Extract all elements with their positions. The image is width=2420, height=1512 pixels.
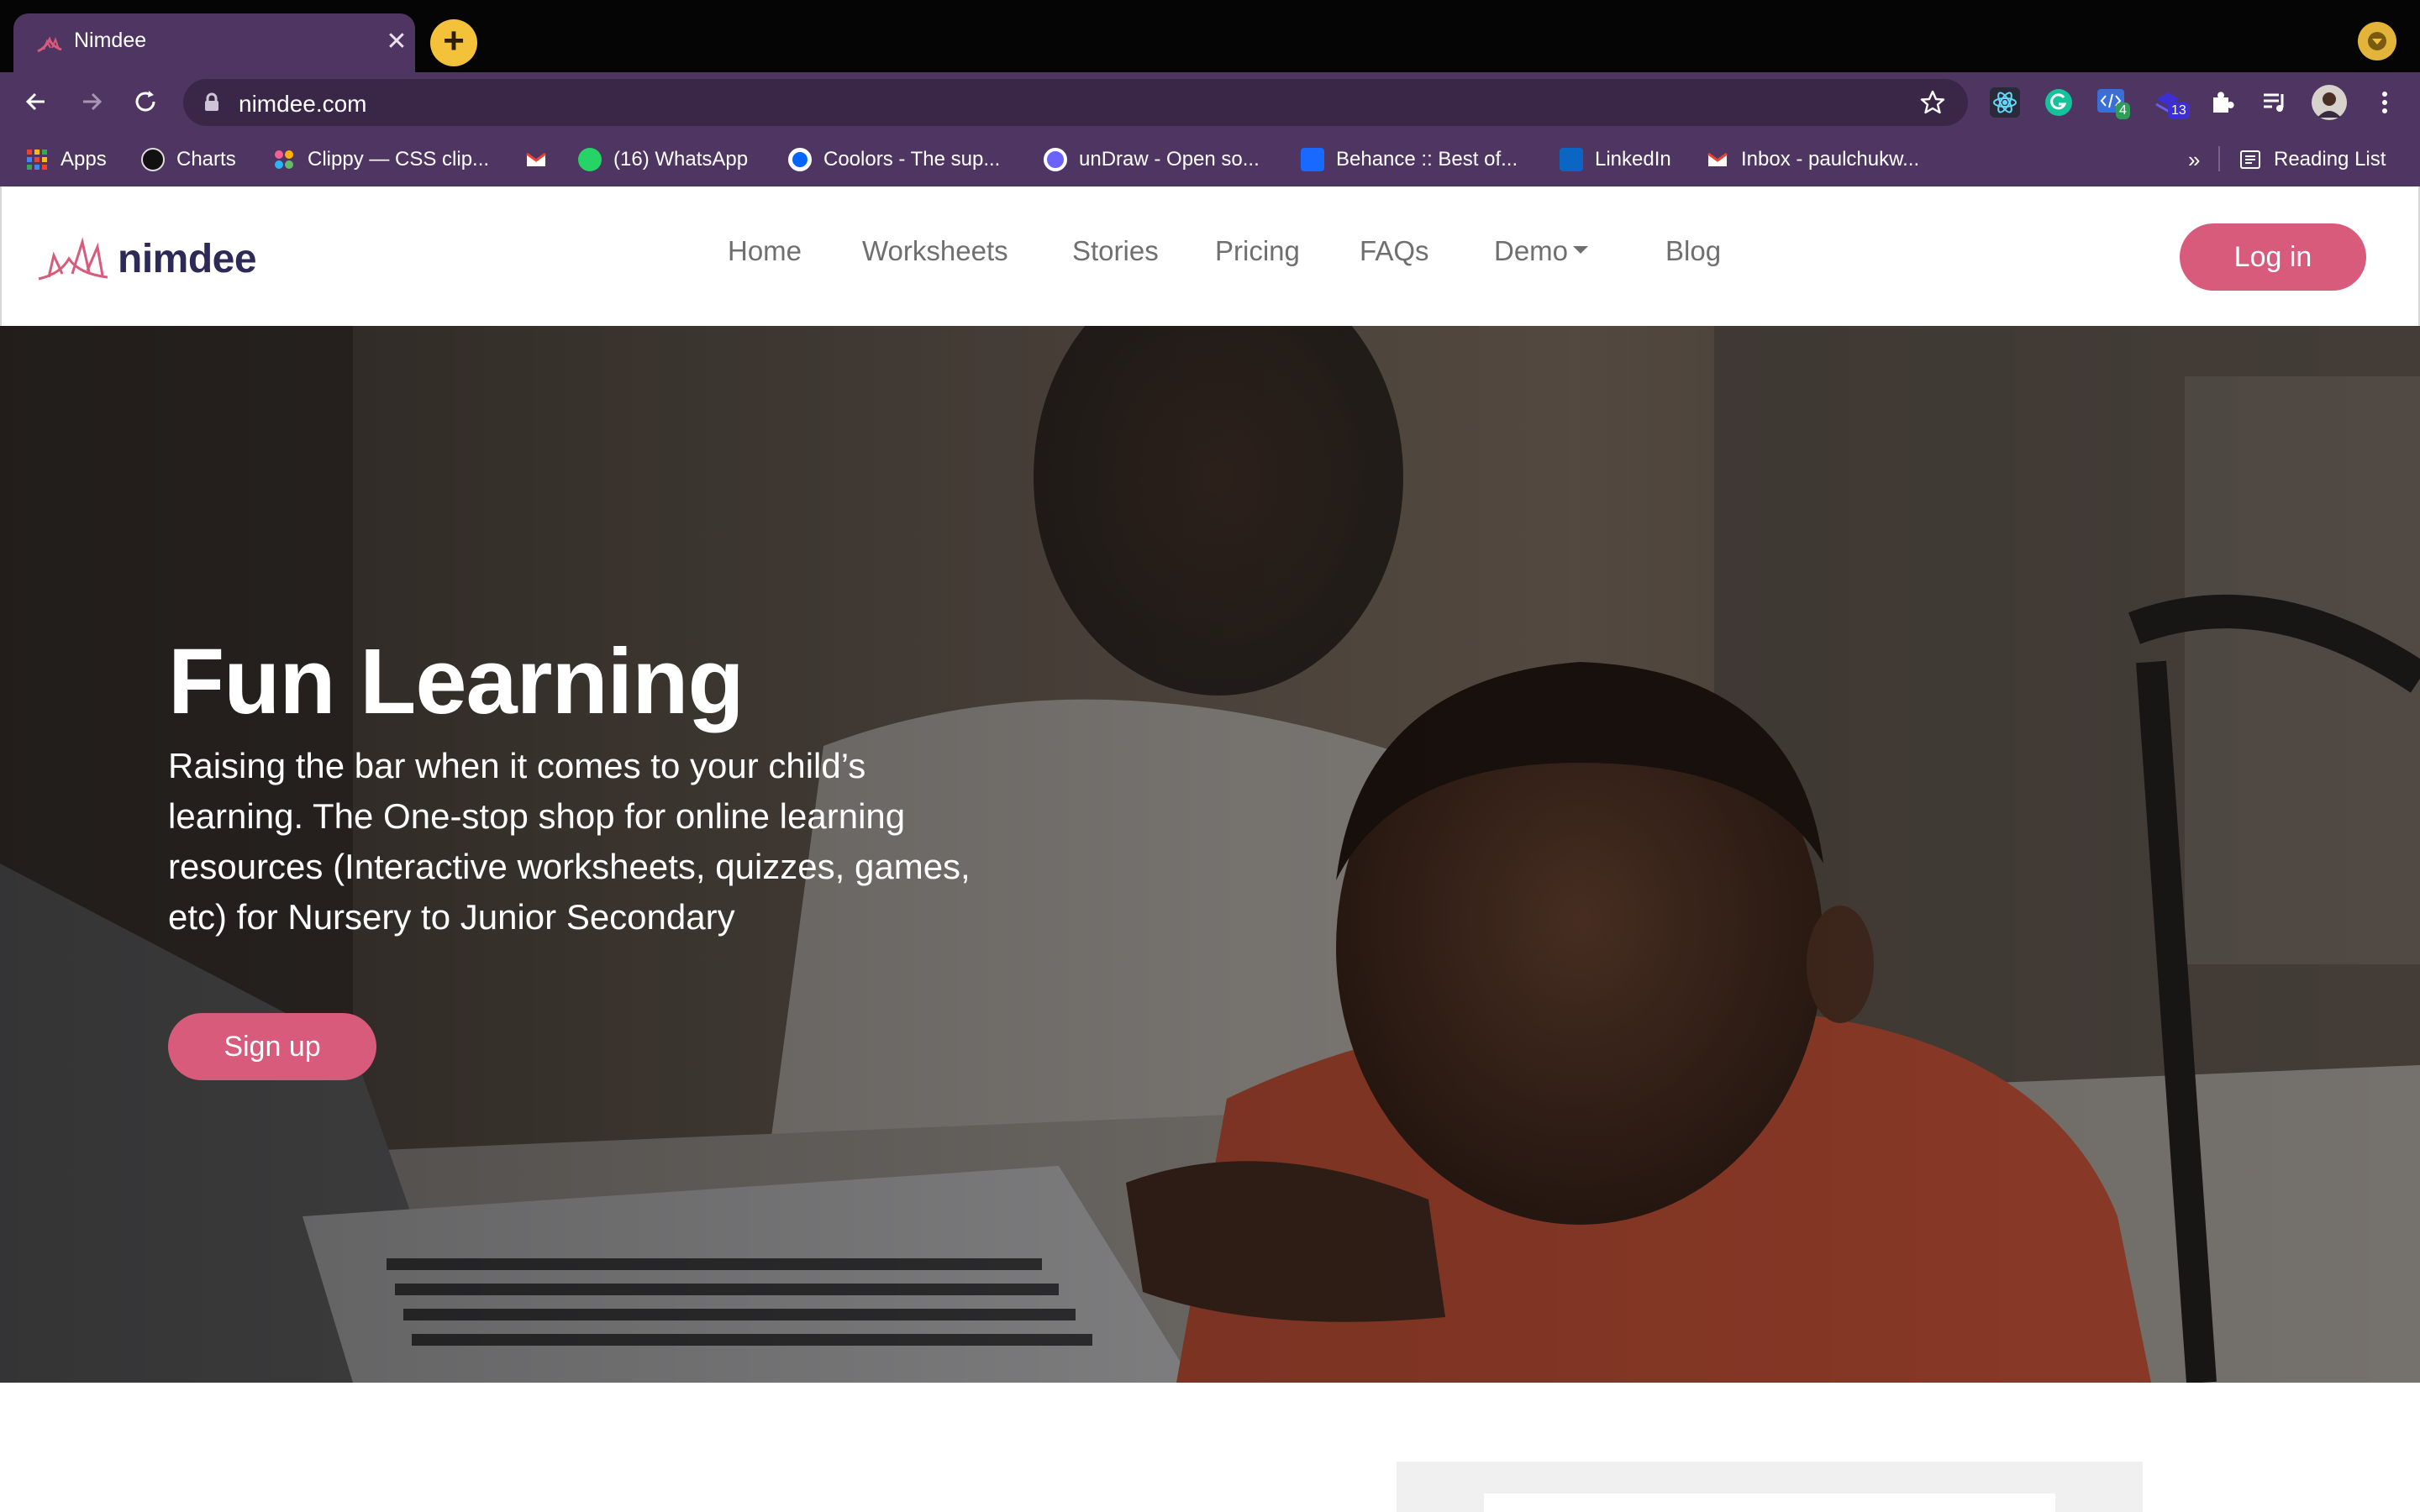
bookmark-inbox[interactable]: Inbox - paulchukw... <box>1706 146 1919 173</box>
coolors-favicon <box>788 148 812 171</box>
nimdee-logo-icon <box>38 237 108 281</box>
reading-list-button[interactable]: Reading List <box>2238 146 2386 173</box>
site-logo[interactable]: nimdee <box>35 235 257 282</box>
nav-pricing[interactable]: Pricing <box>1215 235 1300 267</box>
bookmark-label: Apps <box>60 148 107 171</box>
browser-menu-icon[interactable] <box>2370 87 2400 118</box>
react-devtools-icon[interactable] <box>1990 87 2020 118</box>
chevron-down-icon <box>2368 32 2386 50</box>
content-card-preview <box>1397 1462 2143 1512</box>
bookmark-whatsapp[interactable]: (16) WhatsApp <box>578 146 748 173</box>
avatar[interactable] <box>2311 84 2348 121</box>
reading-list-icon <box>2240 150 2260 169</box>
tab-search-button[interactable] <box>2358 22 2396 60</box>
login-button[interactable]: Log in <box>2180 223 2366 291</box>
extensions-puzzle-icon[interactable] <box>2207 87 2237 118</box>
nimdee-logo-icon <box>37 36 62 53</box>
bookmarks-bar: Apps Charts Clippy — CSS clip... (16) Wh… <box>0 131 2420 186</box>
new-tab-button[interactable]: + <box>430 19 477 66</box>
back-button[interactable] <box>18 84 54 119</box>
bookmark-label: Behance :: Best of... <box>1336 148 1518 171</box>
bookmark-coolors[interactable]: Coolors - The sup... <box>788 146 1000 173</box>
bookmark-clippy[interactable]: Clippy — CSS clip... <box>272 146 489 173</box>
bookmark-undraw[interactable]: unDraw - Open so... <box>1044 146 1260 173</box>
apps-grid-icon <box>27 150 47 170</box>
url-text: nimdee.com <box>239 91 367 117</box>
back-arrow-icon <box>25 92 45 111</box>
bookmark-label: Coolors - The sup... <box>823 148 1001 171</box>
address-bar[interactable]: nimdee.com <box>183 79 1968 126</box>
linkedin-icon <box>1560 148 1583 171</box>
hero-section: Fun Learning Raising the bar when it com… <box>0 326 2420 1383</box>
content-card-inner <box>1484 1494 2055 1512</box>
hero-title: Fun Learning <box>168 630 744 733</box>
reload-button[interactable] <box>128 84 163 119</box>
nav-demo-dropdown[interactable]: Demo <box>1494 235 1589 267</box>
tab-close-icon[interactable]: ✕ <box>381 27 412 57</box>
code-extension-icon[interactable]: 4 <box>2097 87 2130 119</box>
bookmark-star-icon[interactable] <box>1919 89 1946 116</box>
nav-blog[interactable]: Blog <box>1665 235 1721 267</box>
reload-icon <box>135 91 155 112</box>
browser-tab-strip: Nimdee ✕ + <box>0 0 2420 72</box>
logo-text: nimdee <box>118 236 257 281</box>
extension-badge: 13 <box>2168 102 2190 119</box>
caret-down-icon <box>1573 245 1589 254</box>
tab-title: Nimdee <box>74 29 147 52</box>
hero-subtitle: Raising the bar when it comes to your ch… <box>168 746 971 937</box>
bookmark-label: LinkedIn <box>1595 148 1671 171</box>
reading-list-label: Reading List <box>2274 148 2386 171</box>
browser-toolbar: nimdee.com 4 13 <box>0 72 2420 131</box>
grammarly-icon[interactable] <box>2044 87 2074 118</box>
bookmark-label: Charts <box>176 148 236 171</box>
bookmark-apps[interactable]: Apps <box>25 146 107 173</box>
gmail-icon <box>526 152 546 166</box>
bookmark-label: unDraw - Open so... <box>1079 148 1260 171</box>
nav-faqs[interactable]: FAQs <box>1360 235 1429 267</box>
extension-badge: 4 <box>2116 102 2130 119</box>
bookmark-label: (16) WhatsApp <box>613 148 749 171</box>
nav-demo-label: Demo <box>1494 235 1569 266</box>
clippy-favicon <box>275 150 293 169</box>
bookmark-label: Clippy — CSS clip... <box>308 148 490 171</box>
bookmarks-overflow-button[interactable]: » <box>2188 146 2200 173</box>
bookmark-linkedin[interactable]: LinkedIn <box>1560 146 1671 173</box>
nav-home[interactable]: Home <box>728 235 802 267</box>
whatsapp-icon <box>578 148 602 171</box>
bookmark-charts[interactable]: Charts <box>141 146 236 173</box>
stacked-extension-icon[interactable]: 13 <box>2153 87 2190 119</box>
browser-tab-active[interactable]: Nimdee ✕ <box>13 13 415 72</box>
media-controls-icon[interactable] <box>2260 87 2291 118</box>
bookmark-gmail[interactable] <box>524 146 548 173</box>
nav-worksheets[interactable]: Worksheets <box>862 235 1008 267</box>
site-header: nimdee Home Worksheets Stories Pricing F… <box>0 186 2420 326</box>
bookmarks-divider <box>2218 146 2220 171</box>
gmail-icon <box>1707 152 1728 166</box>
lock-icon <box>205 92 218 111</box>
charts-favicon <box>141 148 165 171</box>
forward-arrow-icon <box>83 92 103 111</box>
bookmark-label: Inbox - paulchukw... <box>1741 148 1920 171</box>
undraw-favicon <box>1044 148 1067 171</box>
bookmark-behance[interactable]: Behance :: Best of... <box>1301 146 1518 173</box>
nav-stories[interactable]: Stories <box>1072 235 1159 267</box>
signup-button[interactable]: Sign up <box>168 1013 376 1080</box>
behance-icon <box>1301 148 1324 171</box>
forward-button[interactable] <box>74 84 109 119</box>
